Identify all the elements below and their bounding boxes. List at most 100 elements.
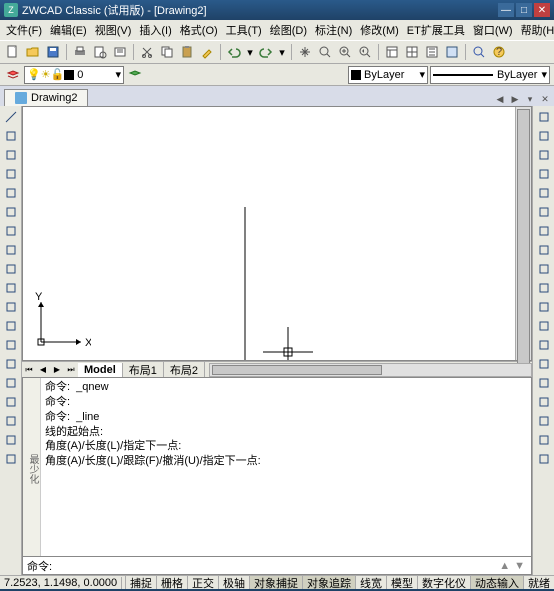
undo-dropdown-icon[interactable]: ▾ <box>245 43 255 61</box>
list-icon[interactable] <box>535 165 553 183</box>
zoom-realtime-icon[interactable] <box>316 43 334 61</box>
ellipse-arc-icon[interactable] <box>2 298 20 316</box>
drawing-canvas[interactable]: X Y <box>23 107 531 360</box>
revision-cloud-icon[interactable] <box>2 241 20 259</box>
status-动态输入[interactable]: 动态输入 <box>470 576 523 589</box>
copy-icon[interactable] <box>158 43 176 61</box>
polygon-icon[interactable] <box>2 165 20 183</box>
tab-menu-button[interactable]: ▾ <box>523 92 537 106</box>
cmd-side-label[interactable]: 最少化 <box>23 378 41 556</box>
paste-icon[interactable] <box>178 43 196 61</box>
hatch-icon[interactable] <box>2 374 20 392</box>
status-就绪[interactable]: 就绪 <box>523 576 554 589</box>
dim-radius-icon[interactable] <box>535 279 553 297</box>
status-对象捕捉[interactable]: 对象捕捉 <box>249 576 302 589</box>
menu-file[interactable]: 文件(F) <box>2 20 46 40</box>
line-icon[interactable] <box>2 108 20 126</box>
ellipse-icon[interactable] <box>2 279 20 297</box>
redo-icon[interactable] <box>257 43 275 61</box>
status-正交[interactable]: 正交 <box>187 576 218 589</box>
tool-palettes-icon[interactable] <box>423 43 441 61</box>
menu-help[interactable]: 帮助(H) <box>517 20 554 40</box>
point-icon[interactable] <box>2 355 20 373</box>
status-对象追踪[interactable]: 对象追踪 <box>302 576 355 589</box>
status-线宽[interactable]: 线宽 <box>355 576 386 589</box>
tolerance-icon[interactable] <box>535 412 553 430</box>
status-栅格[interactable]: 栅格 <box>156 576 187 589</box>
tab-prev-button[interactable]: ◀ <box>36 363 50 377</box>
make-block-icon[interactable] <box>2 336 20 354</box>
layer-previous-icon[interactable] <box>126 66 144 84</box>
color-selector[interactable]: ByLayer ▾ <box>348 66 428 84</box>
region-mass-icon[interactable] <box>535 146 553 164</box>
polyline-icon[interactable] <box>2 146 20 164</box>
arc-icon[interactable] <box>2 203 20 221</box>
help-icon[interactable]: ? <box>490 43 508 61</box>
area-icon[interactable] <box>535 127 553 145</box>
match-prop-icon[interactable] <box>198 43 216 61</box>
construction-line-icon[interactable] <box>2 127 20 145</box>
layout1-tab[interactable]: 布局1 <box>123 361 164 379</box>
region-icon[interactable] <box>2 412 20 430</box>
sheet-set-icon[interactable] <box>443 43 461 61</box>
menu-et[interactable]: ET扩展工具 <box>403 20 469 40</box>
cut-icon[interactable] <box>138 43 156 61</box>
menu-edit[interactable]: 编辑(E) <box>46 20 91 40</box>
tab-next-button[interactable]: ▶ <box>50 363 64 377</box>
menu-format[interactable]: 格式(O) <box>176 20 222 40</box>
id-point-icon[interactable] <box>535 184 553 202</box>
leader-icon[interactable] <box>535 393 553 411</box>
command-input[interactable] <box>56 560 497 572</box>
layer-selector[interactable]: 💡 ☀ 🔓 0 ▾ <box>24 66 124 84</box>
dim-aligned-icon[interactable] <box>535 222 553 240</box>
vertical-scrollbar[interactable] <box>515 107 531 360</box>
close-button[interactable]: ✕ <box>534 3 550 17</box>
tab-close-button[interactable]: ✕ <box>538 92 552 106</box>
layer-properties-icon[interactable] <box>4 66 22 84</box>
zoom-extents-icon[interactable] <box>470 43 488 61</box>
maximize-button[interactable]: □ <box>516 3 532 17</box>
new-icon[interactable] <box>4 43 22 61</box>
zoom-window-icon[interactable] <box>336 43 354 61</box>
tab-next-button[interactable]: ▶ <box>508 92 522 106</box>
coordinates-display[interactable]: 7.2523, 1.1498, 0.0000 <box>0 577 122 589</box>
layout2-tab[interactable]: 布局2 <box>164 361 205 379</box>
horizontal-scrollbar[interactable] <box>209 363 532 377</box>
dim-ordinate-icon[interactable] <box>535 260 553 278</box>
zoom-previous-icon[interactable] <box>356 43 374 61</box>
cmd-scroll-down-icon[interactable]: ▼ <box>512 560 527 572</box>
quick-dim-icon[interactable] <box>535 336 553 354</box>
status-极轴[interactable]: 极轴 <box>218 576 249 589</box>
gradient-icon[interactable] <box>2 393 20 411</box>
cmd-scroll-up-icon[interactable]: ▲ <box>497 560 512 572</box>
dim-arc-icon[interactable] <box>535 241 553 259</box>
distance-icon[interactable] <box>535 108 553 126</box>
doc-tab-active[interactable]: Drawing2 <box>4 89 88 106</box>
model-tab[interactable]: Model <box>78 363 123 377</box>
status-捕捉[interactable]: 捕捉 <box>125 576 156 589</box>
status-数字化仪[interactable]: 数字化仪 <box>417 576 470 589</box>
tab-last-button[interactable]: ⏭ <box>64 363 78 377</box>
center-mark-icon[interactable] <box>535 431 553 449</box>
menu-insert[interactable]: 插入(I) <box>135 20 175 40</box>
minimize-button[interactable]: — <box>498 3 514 17</box>
table-icon[interactable] <box>2 431 20 449</box>
dim-edit-icon[interactable] <box>535 450 553 468</box>
dim-linear-icon[interactable] <box>535 203 553 221</box>
tab-first-button[interactable]: ⏮ <box>22 363 36 377</box>
publish-icon[interactable] <box>111 43 129 61</box>
menu-draw[interactable]: 绘图(D) <box>266 20 311 40</box>
pan-icon[interactable] <box>296 43 314 61</box>
insert-block-icon[interactable] <box>2 317 20 335</box>
menu-window[interactable]: 窗口(W) <box>469 20 517 40</box>
linetype-selector[interactable]: ByLayer ▾ <box>430 66 550 84</box>
open-icon[interactable] <box>24 43 42 61</box>
dim-continue-icon[interactable] <box>535 374 553 392</box>
spline-icon[interactable] <box>2 260 20 278</box>
menu-view[interactable]: 视图(V) <box>91 20 136 40</box>
status-模型[interactable]: 模型 <box>386 576 417 589</box>
redo-dropdown-icon[interactable]: ▾ <box>277 43 287 61</box>
menu-dimension[interactable]: 标注(N) <box>311 20 356 40</box>
save-icon[interactable] <box>44 43 62 61</box>
circle-icon[interactable] <box>2 222 20 240</box>
